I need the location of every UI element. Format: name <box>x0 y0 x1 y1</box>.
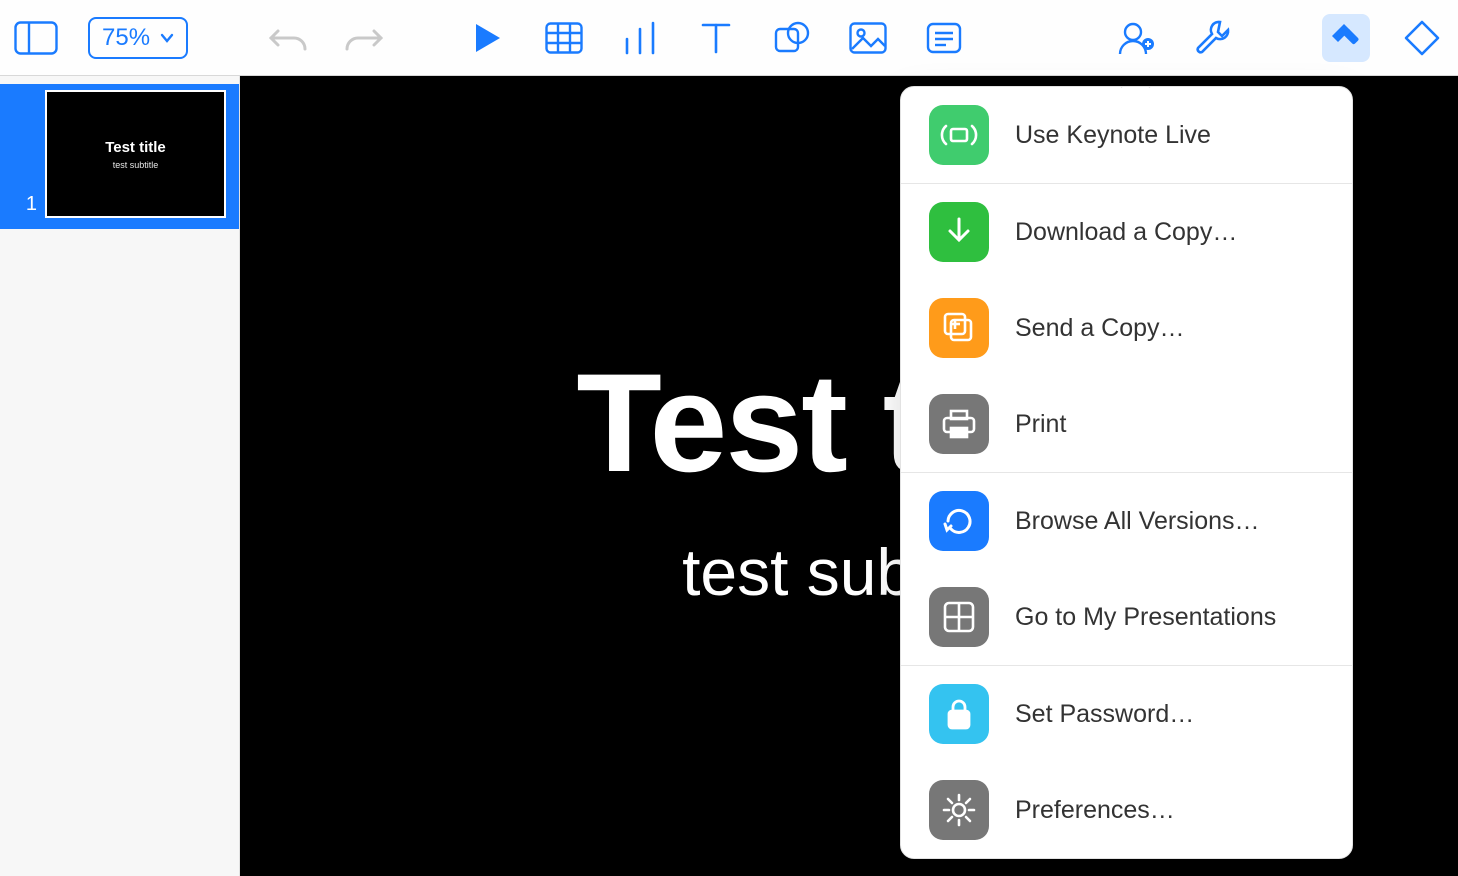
send-copy-icon <box>929 298 989 358</box>
grid-icon <box>929 587 989 647</box>
slide-navigator[interactable]: 1 Test title test subtitle <box>0 76 240 876</box>
menu-item-browse-versions[interactable]: Browse All Versions… <box>901 473 1352 569</box>
lock-icon <box>929 684 989 744</box>
format-panel-button[interactable] <box>1322 14 1370 62</box>
tools-menu-dropdown: Use Keynote Live Download a Copy… Send a… <box>900 86 1353 859</box>
zoom-value: 75% <box>102 24 150 52</box>
insert-table-button[interactable] <box>540 14 588 62</box>
menu-item-print[interactable]: Print <box>901 376 1352 472</box>
insert-chart-button[interactable] <box>616 14 664 62</box>
toolbar: 75% <box>0 0 1458 76</box>
collaborate-button[interactable] <box>1112 14 1160 62</box>
insert-text-button[interactable] <box>692 14 740 62</box>
undo-button[interactable] <box>264 14 312 62</box>
menu-item-send-copy[interactable]: Send a Copy… <box>901 280 1352 376</box>
menu-item-my-presentations[interactable]: Go to My Presentations <box>901 569 1352 665</box>
broadcast-icon <box>929 105 989 165</box>
gear-icon <box>929 780 989 840</box>
tools-menu-button[interactable] <box>1188 14 1236 62</box>
menu-item-download-copy[interactable]: Download a Copy… <box>901 184 1352 280</box>
menu-item-set-password[interactable]: Set Password… <box>901 666 1352 762</box>
history-icon <box>929 491 989 551</box>
redo-button[interactable] <box>340 14 388 62</box>
print-icon <box>929 394 989 454</box>
insert-shape-button[interactable] <box>768 14 816 62</box>
animate-panel-button[interactable] <box>1398 14 1446 62</box>
insert-comment-button[interactable] <box>920 14 968 62</box>
slide-thumbnail-preview: Test title test subtitle <box>45 90 226 218</box>
slide-number: 1 <box>9 193 37 218</box>
view-toggle-button[interactable] <box>12 14 60 62</box>
menu-item-preferences[interactable]: Preferences… <box>901 762 1352 858</box>
zoom-select[interactable]: 75% <box>88 17 188 59</box>
insert-image-button[interactable] <box>844 14 892 62</box>
slide-thumbnail-1[interactable]: 1 Test title test subtitle <box>0 84 239 229</box>
play-button[interactable] <box>464 14 512 62</box>
download-icon <box>929 202 989 262</box>
chevron-down-icon <box>160 27 174 48</box>
menu-item-keynote-live[interactable]: Use Keynote Live <box>901 87 1352 183</box>
